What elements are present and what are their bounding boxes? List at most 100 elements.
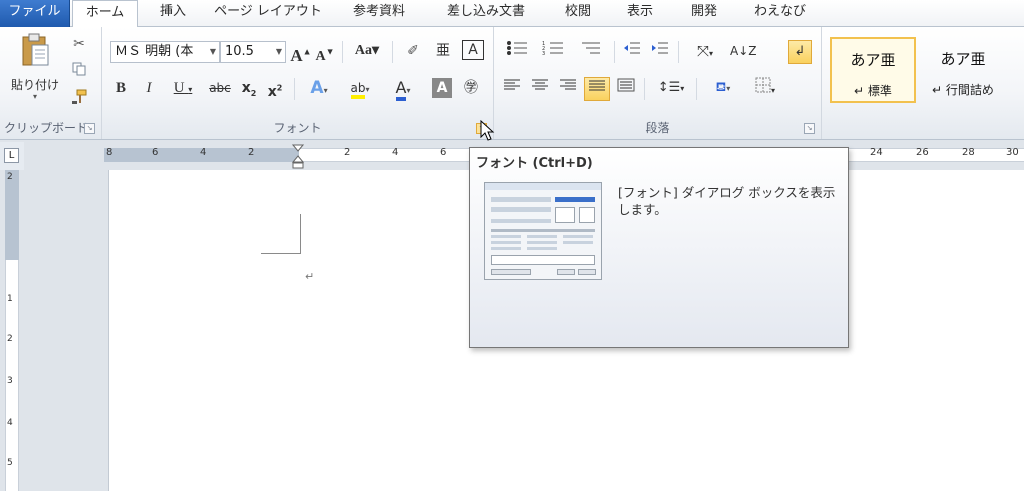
ruler-number: 4 xyxy=(200,147,207,158)
style-sample: あア亜 xyxy=(940,50,986,68)
paste-label: 貼り付け xyxy=(10,78,59,92)
chevron-down-icon: ▾ xyxy=(323,86,328,95)
character-border-button[interactable]: A xyxy=(462,40,484,60)
grow-font-icon: A▲ xyxy=(290,45,312,65)
vertical-ruler[interactable]: 2 1 2 3 4 5 xyxy=(0,170,24,491)
clipboard-group: 貼り付け ▾ ✂ クリップボード ↘ xyxy=(0,27,102,139)
align-center-button[interactable] xyxy=(528,77,552,101)
multilevel-list-icon xyxy=(582,42,600,54)
multilevel-list-button[interactable] xyxy=(574,40,608,64)
paint-bucket-icon: ⛾▾ xyxy=(715,80,731,95)
change-case-button[interactable]: Aa▾ xyxy=(350,40,384,64)
separator xyxy=(678,41,679,63)
borders-button[interactable]: ▾ xyxy=(746,77,784,101)
tab-insert[interactable]: 挿入 xyxy=(140,0,206,27)
tab-waenavi[interactable]: わえなび xyxy=(740,0,820,27)
underline-button[interactable]: U ▾ xyxy=(166,77,200,101)
tab-developer[interactable]: 開発 xyxy=(674,0,734,27)
strikethrough-button[interactable]: abc xyxy=(206,77,234,101)
tab-selector-icon[interactable]: L xyxy=(4,148,19,163)
text-effects-button[interactable]: A▾ xyxy=(302,77,336,101)
chevron-down-icon: ▼ xyxy=(275,47,282,56)
ruler-number: 24 xyxy=(870,147,883,158)
align-center-icon xyxy=(532,79,548,90)
cut-button[interactable]: ✂ xyxy=(68,33,90,57)
enclose-characters-icon: ㊫ xyxy=(464,80,478,96)
copy-button[interactable] xyxy=(68,61,90,85)
tab-references[interactable]: 参考資料 xyxy=(334,0,424,27)
font-name-dropdown[interactable]: ＭＳ 明朝 (本 ▼ xyxy=(110,41,220,63)
ruler-number: 6 xyxy=(440,147,447,158)
ruler-number: 30 xyxy=(1006,147,1019,158)
clear-formatting-button[interactable]: ✐ xyxy=(402,40,424,64)
format-painter-icon xyxy=(72,89,87,104)
show-formatting-button[interactable]: ↲ xyxy=(788,40,812,64)
separator xyxy=(392,41,393,63)
tab-file[interactable]: ファイル xyxy=(0,0,70,27)
paragraph-mark-icon: ↲ xyxy=(794,44,806,59)
chevron-down-icon: ▾ xyxy=(770,86,775,95)
highlight-button[interactable]: ab▾ xyxy=(342,77,378,101)
increase-indent-button[interactable] xyxy=(648,40,672,64)
tab-mailings[interactable]: 差し込み文書 xyxy=(428,0,544,27)
format-painter-button[interactable] xyxy=(68,89,90,113)
line-spacing-button[interactable]: ↕☰▾ xyxy=(652,77,690,101)
ruler-number: 4 xyxy=(7,418,13,428)
shrink-font-button[interactable]: A▼ xyxy=(314,40,336,64)
font-size-value: 10.5 xyxy=(225,44,254,59)
tooltip-title: フォント (Ctrl+D) xyxy=(476,156,593,171)
style-name: ↵ 標準 xyxy=(854,84,892,98)
font-size-dropdown[interactable]: 10.5 ▼ xyxy=(220,41,286,63)
sort-button[interactable]: A↓Z xyxy=(730,40,756,64)
justify-icon xyxy=(589,80,605,91)
bold-button[interactable]: B xyxy=(110,77,132,101)
scissors-icon: ✂ xyxy=(73,36,85,52)
character-shading-button[interactable]: A xyxy=(432,78,452,98)
ruler-number: 5 xyxy=(7,458,13,468)
font-group: ＭＳ 明朝 (本 ▼ 10.5 ▼ A▲ A▼ Aa▾ ✐ 亜 A B I U ▾ … xyxy=(102,27,494,139)
style-no-spacing[interactable]: あア亜 ↵ 行間詰め xyxy=(920,37,1006,103)
subscript-button[interactable]: x2 xyxy=(238,77,260,101)
change-case-icon: Aa▾ xyxy=(354,43,380,58)
subscript-icon: x2 xyxy=(241,80,257,98)
ruler-number: 8 xyxy=(106,147,113,158)
paragraph-launcher-icon[interactable]: ↘ xyxy=(804,123,815,134)
numbering-icon: 123 xyxy=(542,41,563,57)
tab-home[interactable]: ホーム xyxy=(72,0,138,28)
svg-text:3: 3 xyxy=(542,51,545,56)
font-dialog-preview-image xyxy=(484,182,602,280)
align-left-button[interactable] xyxy=(500,77,524,101)
decrease-indent-button[interactable] xyxy=(620,40,644,64)
asian-layout-button[interactable]: ⤧▾ xyxy=(686,40,724,64)
justify-button[interactable] xyxy=(584,77,610,101)
enclose-characters-button[interactable]: ㊫ xyxy=(460,77,482,101)
numbering-button[interactable]: 123 xyxy=(536,40,570,64)
phonetic-guide-button[interactable]: 亜 xyxy=(432,40,454,64)
paste-button[interactable]: 貼り付け ▾ xyxy=(6,31,64,113)
distributed-button[interactable] xyxy=(614,77,638,101)
paragraph-group-label: 段落 xyxy=(645,121,670,135)
style-normal[interactable]: あア亜 ↵ 標準 xyxy=(830,37,916,103)
tab-page-layout[interactable]: ページ レイアウト xyxy=(206,0,330,27)
clear-formatting-icon: ✐ xyxy=(407,43,419,59)
shading-button[interactable]: ⛾▾ xyxy=(704,77,742,101)
indent-marker-icon[interactable] xyxy=(292,144,304,170)
font-color-button[interactable]: A▾ xyxy=(386,77,420,101)
tab-view[interactable]: 表示 xyxy=(610,0,670,27)
ruler-number: 2 xyxy=(248,147,255,158)
chevron-down-icon: ▾ xyxy=(188,85,193,94)
align-right-button[interactable] xyxy=(556,77,580,101)
superscript-button[interactable]: x2 xyxy=(264,77,286,101)
grow-font-button[interactable]: A▲ xyxy=(290,40,312,65)
borders-icon xyxy=(755,77,771,93)
italic-button[interactable]: I xyxy=(138,77,160,101)
character-shading-icon: A xyxy=(436,80,448,96)
clipboard-launcher-icon[interactable]: ↘ xyxy=(84,123,95,134)
bullets-button[interactable] xyxy=(500,40,534,64)
font-name-value: ＭＳ 明朝 (本 xyxy=(115,44,194,59)
ribbon: 貼り付け ▾ ✂ クリップボード ↘ ＭＳ 明朝 (本 ▼ 10.5 ▼ A▲ A▼… xyxy=(0,27,1024,140)
tab-review[interactable]: 校閲 xyxy=(548,0,608,27)
line-spacing-icon: ↕☰▾ xyxy=(657,80,685,95)
margin-corner-mark xyxy=(261,214,301,254)
separator xyxy=(342,41,343,63)
